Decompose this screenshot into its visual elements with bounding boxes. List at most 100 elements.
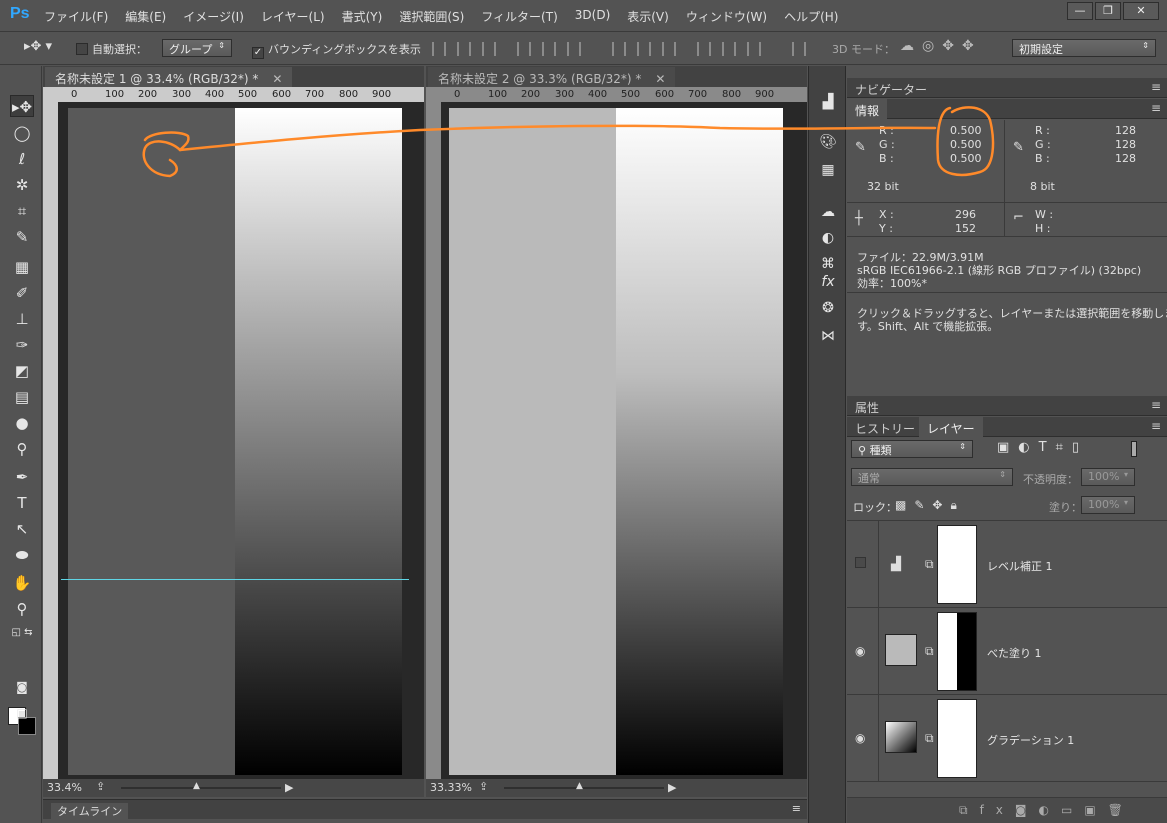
menu-help[interactable]: ヘルプ(H) (784, 8, 838, 25)
workspace-dropdown[interactable]: 初期設定 ⇕ (1012, 39, 1156, 57)
eye-icon[interactable]: ◉ (855, 731, 869, 745)
move-tool-preset-icon[interactable]: ▸✥ ▾ (24, 39, 52, 54)
info-bit-depth-right[interactable]: 8 bit (1030, 180, 1055, 193)
panel-menu-icon[interactable]: ≡ (1151, 398, 1161, 412)
histogram-icon[interactable]: ▟ (816, 92, 840, 112)
doc1-scrollbar[interactable] (121, 787, 281, 789)
solid-color-thumbnail[interactable] (885, 634, 917, 666)
marquee-tool-icon[interactable]: ◯ (10, 122, 34, 144)
eyedropper-tool-icon[interactable]: ✎ (10, 226, 34, 248)
gradient-tool-icon[interactable]: ▤ (10, 386, 34, 408)
menu-filter[interactable]: フィルター(T) (481, 8, 557, 25)
layer-name[interactable]: レベル補正 1 (987, 558, 1053, 574)
brush-tool-icon[interactable]: ✐ (10, 282, 34, 304)
tab-info[interactable]: 情報 (847, 99, 888, 119)
close-icon[interactable]: ✕ (272, 72, 282, 86)
menu-image[interactable]: イメージ(I) (183, 8, 244, 25)
layer-mask-thumbnail[interactable] (937, 525, 977, 604)
distribute-hcenter-icon[interactable] (722, 42, 736, 56)
layer-action-icons[interactable]: ⧉fx◙◐▭▣🗑︎ (959, 803, 1135, 818)
doc1-tab[interactable]: 名称未設定 1 @ 33.4% (RGB/32*) * ✕ (45, 67, 293, 87)
close-icon[interactable]: ✕ (655, 72, 665, 86)
dodge-tool-icon[interactable]: ⚲ (10, 438, 34, 460)
align-vcenter-icon[interactable] (457, 42, 471, 56)
menu-file[interactable]: ファイル(F) (44, 8, 108, 25)
link-icon[interactable]: ⧉ (925, 731, 934, 746)
align-right-icon[interactable] (567, 42, 581, 56)
share-icon[interactable]: ⇪ (479, 780, 488, 793)
scroll-thumb-icon[interactable]: ▲ (576, 781, 583, 791)
shape-tool-icon[interactable]: ⬬ (10, 544, 34, 566)
distribute-bottom-icon[interactable] (662, 42, 676, 56)
doc1-zoom-value[interactable]: 33.4% (47, 781, 82, 794)
ruler-corner[interactable] (43, 87, 58, 102)
link-icon[interactable]: ⧉ (925, 557, 934, 572)
layer-filter-icons[interactable]: ▣◐T⌗▯ (997, 440, 1088, 455)
3d-mode-icons[interactable]: ☁◎✥✥ (900, 38, 982, 54)
opacity-input[interactable]: 100% ▾ (1081, 468, 1135, 486)
align-left-icon[interactable] (517, 42, 531, 56)
panel-menu-icon[interactable]: ≡ (1151, 101, 1161, 115)
type-tool-icon[interactable]: T (10, 492, 34, 514)
share-icon[interactable]: ⇪ (96, 780, 105, 793)
doc2-scrollbar[interactable] (504, 787, 664, 789)
color-palette-icon[interactable]: 🎨︎ (816, 132, 840, 152)
menu-type[interactable]: 書式(Y) (342, 8, 383, 25)
styles-icon[interactable]: ⌘ (816, 254, 840, 274)
align-top-icon[interactable] (432, 42, 446, 56)
hand-tool-icon[interactable]: ✋ (10, 572, 34, 594)
distribute-top-icon[interactable] (612, 42, 626, 56)
lasso-tool-icon[interactable]: ℓ (10, 148, 34, 170)
align-hcenter-icon[interactable] (542, 42, 556, 56)
lock-icons[interactable]: ▩✎✥🔒︎ (895, 498, 965, 513)
eraser-tool-icon[interactable]: ◩ (10, 360, 34, 382)
scroll-right-icon[interactable]: ▶ (285, 781, 293, 794)
tab-navigator[interactable]: ナビゲーター (847, 78, 935, 98)
menu-window[interactable]: ウィンドウ(W) (686, 8, 767, 25)
panel-menu-icon[interactable]: ≡ (1151, 80, 1161, 94)
close-button[interactable]: ✕ (1123, 2, 1159, 20)
quick-mask-icon[interactable]: ◙ (10, 676, 34, 698)
fx-icon[interactable]: fx (816, 272, 840, 292)
distribute-right-icon[interactable] (747, 42, 761, 56)
auto-select-checkbox[interactable]: 自動選択： (76, 41, 147, 57)
gradient-thumbnail[interactable] (885, 721, 917, 753)
layer-mask-thumbnail[interactable] (937, 699, 977, 778)
panel-menu-icon[interactable]: ≡ (792, 802, 801, 815)
default-colors-swap-icon[interactable]: ◱ ⇆ (10, 622, 34, 644)
pen-tool-icon[interactable]: ✒ (10, 466, 34, 488)
blur-tool-icon[interactable]: ● (10, 412, 34, 434)
layer-row[interactable]: ▟ ⧉ レベル補正 1 (847, 521, 1167, 608)
tab-history[interactable]: ヒストリー (847, 417, 923, 437)
layer-mask-thumbnail[interactable] (937, 612, 977, 691)
minimize-button[interactable]: — (1067, 2, 1093, 20)
restore-button[interactable]: ❐ (1095, 2, 1121, 20)
path-selection-tool-icon[interactable]: ↖ (10, 518, 34, 540)
swatches-grid-icon[interactable]: ▦ (816, 160, 840, 180)
layer-filter-dropdown[interactable]: ⚲ 種類 ⇕ (851, 440, 973, 458)
history-brush-tool-icon[interactable]: ✑ (10, 334, 34, 356)
bounding-box-checkbox[interactable]: ✓ バウンディングボックスを表示 (252, 41, 421, 59)
menu-edit[interactable]: 編集(E) (125, 8, 166, 25)
layer-row[interactable]: ◉ ⧉ べた塗り 1 (847, 608, 1167, 695)
auto-align-icon[interactable] (792, 42, 806, 56)
healing-brush-tool-icon[interactable]: ▦ (10, 256, 34, 278)
filter-toggle[interactable] (1131, 441, 1137, 457)
scroll-right-icon[interactable]: ▶ (668, 781, 676, 794)
zoom-tool-icon[interactable]: ⚲ (10, 598, 34, 620)
menu-view[interactable]: 表示(V) (627, 8, 669, 25)
guide-line[interactable] (61, 579, 409, 580)
paths-icon[interactable]: ⋈ (816, 326, 840, 346)
adjustments-icon[interactable]: ◐ (816, 228, 840, 248)
blend-mode-dropdown[interactable]: 通常 ⇕ (851, 468, 1013, 486)
distribute-vcenter-icon[interactable] (637, 42, 651, 56)
menu-3d[interactable]: 3D(D) (575, 8, 610, 25)
layer-name[interactable]: べた塗り 1 (987, 645, 1042, 661)
align-bottom-icon[interactable] (482, 42, 496, 56)
move-tool-icon[interactable]: ▸✥ (10, 95, 34, 117)
timeline-tab[interactable]: タイムライン (51, 803, 129, 819)
tab-properties[interactable]: 属性 (847, 396, 887, 416)
screen-mode-icon[interactable]: ▣ (10, 702, 34, 724)
layer-row[interactable]: ◉ ⧉ グラデーション 1 (847, 695, 1167, 782)
fill-input[interactable]: 100% ▾ (1081, 496, 1135, 514)
